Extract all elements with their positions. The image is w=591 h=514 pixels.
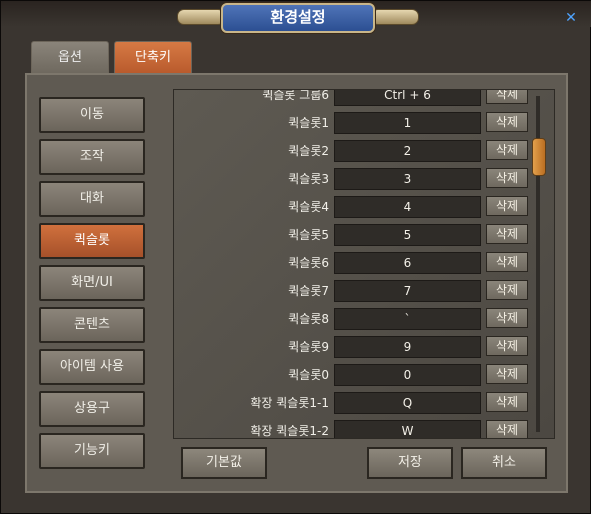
shortcut-key-field[interactable]: 9 (334, 336, 481, 358)
close-icon[interactable]: ✕ (564, 11, 578, 25)
scrollbar-thumb[interactable] (532, 138, 546, 176)
sidebar-item-chat[interactable]: 대화 (39, 181, 145, 217)
sidebar-item-screen-ui[interactable]: 화면/UI (39, 265, 145, 301)
settings-window: 환경설정 ✕ 옵션 단축키 이동 조작 대화 퀵슬롯 화면/UI 콘텐츠 아이템… (0, 0, 591, 514)
list-item: 퀵슬롯7 7 삭제 (174, 280, 534, 302)
list-item: 퀵슬롯1 1 삭제 (174, 112, 534, 134)
tab-options[interactable]: 옵션 (31, 41, 109, 74)
shortcut-label: 확장 퀵슬롯1-2 (250, 424, 329, 438)
delete-button[interactable]: 삭제 (486, 280, 528, 300)
sidebar-item-quickslot[interactable]: 퀵슬롯 (39, 223, 145, 259)
shortcut-label: 확장 퀵슬롯1-1 (250, 396, 329, 410)
title-ornament-left (177, 9, 225, 25)
title-ornament-right (371, 9, 419, 25)
list-item: 퀵슬롯0 0 삭제 (174, 364, 534, 386)
shortcut-label: 퀵슬롯7 (288, 284, 329, 298)
shortcut-key-field[interactable]: 1 (334, 112, 481, 134)
shortcut-key-field[interactable]: 3 (334, 168, 481, 190)
list-item: 퀵슬롯6 6 삭제 (174, 252, 534, 274)
delete-button[interactable]: 삭제 (486, 140, 528, 160)
tab-shortcuts[interactable]: 단축키 (114, 41, 192, 74)
shortcut-label: 퀵슬롯8 (288, 312, 329, 326)
sidebar-item-function-keys[interactable]: 기능키 (39, 433, 145, 469)
shortcut-key-field[interactable]: 7 (334, 280, 481, 302)
list-item: 퀵슬롯9 9 삭제 (174, 336, 534, 358)
delete-button[interactable]: 삭제 (486, 252, 528, 272)
shortcut-label: 퀵슬롯5 (288, 228, 329, 242)
list-item: 퀵슬롯5 5 삭제 (174, 224, 534, 246)
shortcut-label: 퀵슬롯9 (288, 340, 329, 354)
list-item: 확장 퀵슬롯1-2 W 삭제 (174, 420, 534, 438)
list-item: 퀵슬롯3 3 삭제 (174, 168, 534, 190)
sidebar-item-control[interactable]: 조작 (39, 139, 145, 175)
list-item: 퀵슬롯8 ` 삭제 (174, 308, 534, 330)
save-button[interactable]: 저장 (367, 447, 453, 479)
default-button[interactable]: 기본값 (181, 447, 267, 479)
delete-button[interactable]: 삭제 (486, 196, 528, 216)
delete-button[interactable]: 삭제 (486, 224, 528, 244)
cancel-button[interactable]: 취소 (461, 447, 547, 479)
delete-button[interactable]: 삭제 (486, 364, 528, 384)
shortcut-label: 퀵슬롯4 (288, 200, 329, 214)
delete-button[interactable]: 삭제 (486, 392, 528, 412)
shortcut-label: 퀵슬롯 그룹6 (262, 89, 329, 102)
list-item: 퀵슬롯4 4 삭제 (174, 196, 534, 218)
list-item: 퀵슬롯 그룹6 Ctrl + 6 삭제 (174, 89, 534, 106)
shortcut-list: 퀵슬롯 그룹6 Ctrl + 6 삭제 퀵슬롯1 1 삭제 퀵슬롯2 2 삭제 … (173, 89, 555, 439)
shortcut-label: 퀵슬롯3 (288, 172, 329, 186)
delete-button[interactable]: 삭제 (486, 168, 528, 188)
delete-button[interactable]: 삭제 (486, 308, 528, 328)
sidebar-item-use-item[interactable]: 아이템 사용 (39, 349, 145, 385)
sidebar-item-move[interactable]: 이동 (39, 97, 145, 133)
delete-button[interactable]: 삭제 (486, 420, 528, 438)
shortcut-label: 퀵슬롯0 (288, 368, 329, 382)
shortcut-key-field[interactable]: 2 (334, 140, 481, 162)
shortcut-panel: 이동 조작 대화 퀵슬롯 화면/UI 콘텐츠 아이템 사용 상용구 기능키 퀵슬… (25, 73, 568, 493)
window-title: 환경설정 (221, 3, 375, 33)
delete-button[interactable]: 삭제 (486, 336, 528, 356)
shortcut-label: 퀵슬롯2 (288, 144, 329, 158)
shortcut-label: 퀵슬롯6 (288, 256, 329, 270)
shortcut-key-field[interactable]: ` (334, 308, 481, 330)
sidebar-item-phrases[interactable]: 상용구 (39, 391, 145, 427)
shortcut-key-field[interactable]: Q (334, 392, 481, 414)
shortcut-label: 퀵슬롯1 (288, 116, 329, 130)
delete-button[interactable]: 삭제 (486, 90, 528, 104)
list-item: 확장 퀵슬롯1-1 Q 삭제 (174, 392, 534, 414)
shortcut-key-field[interactable]: Ctrl + 6 (334, 90, 481, 106)
shortcut-key-field[interactable]: W (334, 420, 481, 438)
sidebar-item-content[interactable]: 콘텐츠 (39, 307, 145, 343)
shortcut-key-field[interactable]: 4 (334, 196, 481, 218)
delete-button[interactable]: 삭제 (486, 112, 528, 132)
shortcut-key-field[interactable]: 5 (334, 224, 481, 246)
shortcut-key-field[interactable]: 0 (334, 364, 481, 386)
list-item: 퀵슬롯2 2 삭제 (174, 140, 534, 162)
shortcut-key-field[interactable]: 6 (334, 252, 481, 274)
